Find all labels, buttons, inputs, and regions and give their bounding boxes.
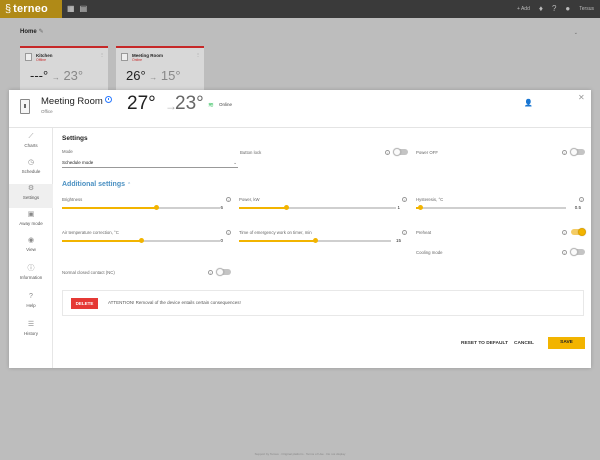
nc-contact-toggle[interactable] bbox=[216, 268, 231, 276]
power-kw-slider[interactable] bbox=[239, 205, 396, 210]
hysteresis-value: 0.5 bbox=[574, 205, 581, 210]
home-title: Home ✎ bbox=[20, 29, 44, 35]
briefcase-icon: ▣ bbox=[27, 211, 35, 218]
chevron-down-icon: ⌄ bbox=[233, 160, 237, 165]
power-kw-value: 1 bbox=[397, 205, 400, 210]
info-icon[interactable]: i bbox=[562, 230, 567, 235]
emergency-time-slider[interactable] bbox=[239, 238, 391, 243]
eye-icon: ◉ bbox=[27, 237, 35, 244]
info-icon[interactable]: i bbox=[402, 197, 407, 202]
info-icon[interactable]: i bbox=[402, 230, 407, 235]
bell-icon[interactable]: ♦ bbox=[539, 4, 543, 13]
air-temp-correction-value: 0 bbox=[220, 238, 223, 243]
reset-to-default-button[interactable]: RESET TO DEFAULT bbox=[461, 341, 508, 346]
list-view-icon[interactable]: ▤ bbox=[80, 4, 88, 14]
brightness-slider[interactable] bbox=[62, 205, 220, 210]
logo-icon: § bbox=[5, 3, 12, 15]
close-icon[interactable]: ✕ bbox=[578, 93, 585, 102]
card-menu-icon[interactable]: ⋮ bbox=[100, 52, 104, 57]
power-off-toggle[interactable] bbox=[570, 148, 585, 156]
mode-select[interactable]: Schedule mode ⌄ bbox=[62, 158, 238, 168]
cooling-mode-label: Cooling mode bbox=[416, 250, 443, 255]
mode-label: Mode bbox=[62, 149, 73, 154]
button-lock-toggle[interactable] bbox=[393, 148, 408, 156]
card-menu-icon[interactable]: ⋮ bbox=[196, 52, 200, 57]
device-icon bbox=[121, 53, 128, 61]
device-name: Meeting Room bbox=[41, 96, 103, 107]
device-card-meeting-room[interactable]: Meeting Room Online ⋮ 26° → 15° bbox=[116, 46, 204, 94]
help-circle-icon[interactable]: ? bbox=[552, 4, 556, 13]
button-lock-label: Button lock bbox=[240, 150, 262, 155]
clock-icon[interactable] bbox=[105, 96, 112, 103]
current-temperature: 27° bbox=[127, 93, 156, 114]
sidebar-item-charts[interactable]: ⟋ Charts bbox=[9, 132, 53, 156]
info-icon[interactable]: i bbox=[226, 230, 231, 235]
sidebar-item-help[interactable]: ? Help bbox=[9, 292, 53, 316]
info-icon[interactable]: i bbox=[385, 150, 390, 155]
clock-icon: ◷ bbox=[27, 159, 35, 166]
power-off-label: Power OFF bbox=[416, 150, 438, 155]
chevron-up-icon: ⌃ bbox=[127, 182, 132, 188]
settings-title: Settings bbox=[62, 135, 88, 142]
save-button[interactable]: SAVE bbox=[548, 337, 585, 349]
sidebar-item-away-mode[interactable]: ▣ Away mode bbox=[9, 210, 53, 234]
device-settings-modal: Meeting Room Office 27° → 23° ≋ Online 👤… bbox=[9, 90, 591, 368]
delete-device-box: DELETE ATTENTION! Removal of the device … bbox=[62, 290, 584, 316]
modal-sidebar: ⟋ Charts ◷ Schedule ⚙ Settings ▣ Away mo… bbox=[9, 128, 53, 368]
info-icon[interactable]: i bbox=[226, 197, 231, 202]
brightness-value: 6 bbox=[220, 205, 223, 210]
chevron-down-icon[interactable]: ⌄ bbox=[574, 30, 578, 36]
share-user-icon[interactable]: 👤 bbox=[524, 99, 533, 107]
info-icon[interactable]: i bbox=[208, 270, 213, 275]
delete-button[interactable]: DELETE bbox=[71, 298, 98, 309]
help-icon: ? bbox=[29, 293, 33, 300]
device-icon bbox=[25, 53, 32, 61]
delete-warning: ATTENTION! Removal of the device entails… bbox=[108, 300, 241, 305]
brightness-label: Brightness bbox=[62, 197, 83, 202]
additional-settings-toggle[interactable]: Additional settings ⌃ bbox=[62, 181, 131, 188]
sidebar-item-information[interactable]: ⓘ Information bbox=[9, 264, 53, 288]
wifi-icon: ≋ bbox=[208, 102, 214, 109]
list-icon: ☰ bbox=[27, 321, 35, 328]
sidebar-item-settings[interactable]: ⚙ Settings bbox=[9, 184, 53, 208]
info-icon[interactable]: i bbox=[579, 197, 584, 202]
nc-contact-label: Normal closed contact (NC) bbox=[62, 270, 115, 275]
top-app-bar: § terneo ▦ ▤ + Add ♦ ? ● Tersus bbox=[0, 0, 600, 18]
preheat-toggle[interactable] bbox=[571, 228, 586, 236]
dashboard-grid-icon[interactable]: ▦ bbox=[67, 4, 75, 14]
hysteresis-slider[interactable] bbox=[416, 205, 566, 210]
sidebar-item-history[interactable]: ☰ History bbox=[9, 320, 53, 344]
thermostat-icon bbox=[20, 99, 30, 114]
device-group: Office bbox=[41, 109, 53, 114]
air-temp-correction-label: Air temperature correction, °C bbox=[62, 230, 119, 235]
emergency-time-label: Time of emergency work on timer, min bbox=[239, 230, 312, 235]
logo-text: terneo bbox=[13, 3, 48, 15]
user-name[interactable]: Tersus bbox=[579, 6, 594, 12]
user-icon[interactable]: ● bbox=[565, 4, 570, 13]
preheat-label: Preheat bbox=[416, 230, 432, 235]
sidebar-item-view[interactable]: ◉ View bbox=[9, 236, 53, 260]
target-temperature[interactable]: 23° bbox=[175, 93, 204, 115]
chart-icon: ⟋ bbox=[28, 133, 34, 140]
add-link[interactable]: + Add bbox=[517, 6, 530, 12]
info-icon[interactable]: i bbox=[562, 250, 567, 255]
sidebar-item-schedule[interactable]: ◷ Schedule bbox=[9, 158, 53, 182]
edit-icon[interactable]: ✎ bbox=[39, 29, 44, 35]
hysteresis-label: Hysteresis, °C bbox=[416, 197, 444, 202]
gear-icon: ⚙ bbox=[27, 185, 35, 192]
online-status: Online bbox=[219, 102, 233, 107]
info-icon: ⓘ bbox=[27, 265, 35, 272]
cancel-button[interactable]: CANCEL bbox=[514, 341, 534, 346]
logo[interactable]: § terneo bbox=[0, 0, 62, 18]
power-kw-label: Power, kW bbox=[239, 197, 260, 202]
modal-header: Meeting Room Office 27° → 23° ≋ Online 👤… bbox=[9, 90, 591, 128]
info-icon[interactable]: i bbox=[562, 150, 567, 155]
footer-links[interactable]: Support by Tersus · Original platform · … bbox=[0, 452, 600, 456]
emergency-time-value: 15 bbox=[395, 238, 401, 243]
cooling-mode-toggle[interactable] bbox=[570, 248, 585, 256]
device-card-kitchen[interactable]: Kitchen Offline ⋮ ---° → 23° bbox=[20, 46, 108, 94]
air-temp-correction-slider[interactable] bbox=[62, 238, 220, 243]
